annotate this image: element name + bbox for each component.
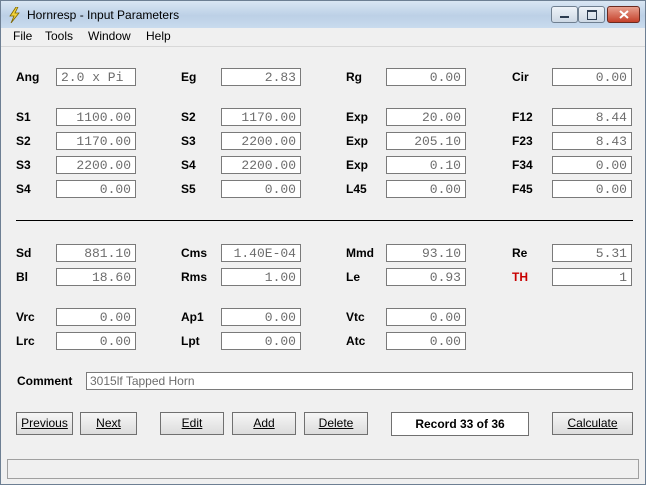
sd-field[interactable]: 881.10 [56, 244, 136, 262]
status-bar [7, 459, 639, 479]
maximize-icon [587, 10, 597, 20]
s3-label-seg2: S3 [181, 134, 196, 148]
f45-label: F45 [512, 182, 533, 196]
calculate-button[interactable]: Calculate [552, 412, 633, 435]
comment-field[interactable]: 3015lf Tapped Horn [86, 372, 633, 390]
re-field[interactable]: 5.31 [552, 244, 632, 262]
atc-field[interactable]: 0.00 [386, 332, 466, 350]
f23-label: F23 [512, 134, 533, 148]
s3-field-seg2[interactable]: 2200.00 [221, 132, 301, 150]
eg-label: Eg [181, 70, 197, 84]
title-bar[interactable]: Hornresp - Input Parameters [1, 1, 645, 29]
s2-field-seg1[interactable]: 1170.00 [221, 108, 301, 126]
sd-label: Sd [16, 246, 32, 260]
vrc-field[interactable]: 0.00 [56, 308, 136, 326]
f34-label: F34 [512, 158, 533, 172]
exp-label-seg1: Exp [346, 110, 369, 124]
f12-field[interactable]: 8.44 [552, 108, 632, 126]
lpt-field[interactable]: 0.00 [221, 332, 301, 350]
maximize-button[interactable] [578, 6, 605, 23]
f23-field[interactable]: 8.43 [552, 132, 632, 150]
close-icon [619, 10, 629, 19]
vrc-label: Vrc [16, 310, 35, 324]
hornresp-window: Hornresp - Input Parameters File Tools W… [0, 0, 646, 485]
exp-label-seg3: Exp [346, 158, 369, 172]
exp-field-seg1[interactable]: 20.00 [386, 108, 466, 126]
s2-field-seg2[interactable]: 1170.00 [56, 132, 136, 150]
mmd-field[interactable]: 93.10 [386, 244, 466, 262]
rms-field[interactable]: 1.00 [221, 268, 301, 286]
th-label: TH [512, 270, 528, 284]
s3-field-seg3[interactable]: 2200.00 [56, 156, 136, 174]
next-button[interactable]: Next [80, 412, 137, 435]
menu-tools[interactable]: Tools [45, 29, 73, 43]
exp-label-seg2: Exp [346, 134, 369, 148]
cir-field[interactable]: 0.00 [552, 68, 632, 86]
le-field[interactable]: 0.93 [386, 268, 466, 286]
ap1-field[interactable]: 0.00 [221, 308, 301, 326]
s4-field-seg3[interactable]: 2200.00 [221, 156, 301, 174]
lpt-label: Lpt [181, 334, 200, 348]
exp-field-seg2[interactable]: 205.10 [386, 132, 466, 150]
record-indicator: Record 33 of 36 [391, 412, 529, 436]
s4-label-seg3: S4 [181, 158, 196, 172]
window-title: Hornresp - Input Parameters [27, 8, 180, 22]
cms-field[interactable]: 1.40E-04 [221, 244, 301, 262]
th-field[interactable]: 1 [552, 268, 632, 286]
s1-label: S1 [16, 110, 31, 124]
bl-field[interactable]: 18.60 [56, 268, 136, 286]
menu-help[interactable]: Help [146, 29, 171, 43]
s5-label: S5 [181, 182, 196, 196]
menu-bar: File Tools Window Help [1, 28, 645, 47]
add-button[interactable]: Add [232, 412, 296, 435]
s2-label-seg1: S2 [181, 110, 196, 124]
lrc-field[interactable]: 0.00 [56, 332, 136, 350]
comment-label: Comment [17, 374, 73, 388]
cms-label: Cms [181, 246, 208, 260]
delete-button[interactable]: Delete [304, 412, 368, 435]
cir-label: Cir [512, 70, 529, 84]
rg-label: Rg [346, 70, 362, 84]
vtc-label: Vtc [346, 310, 365, 324]
bl-label: Bl [16, 270, 28, 284]
le-label: Le [346, 270, 361, 284]
mmd-label: Mmd [346, 246, 374, 260]
s1-field[interactable]: 1100.00 [56, 108, 136, 126]
atc-label: Atc [346, 334, 366, 348]
l45-label: L45 [346, 182, 367, 196]
rms-label: Rms [181, 270, 208, 284]
f12-label: F12 [512, 110, 533, 124]
edit-button[interactable]: Edit [160, 412, 224, 435]
vtc-field[interactable]: 0.00 [386, 308, 466, 326]
l45-field[interactable]: 0.00 [386, 180, 466, 198]
f34-field[interactable]: 0.00 [552, 156, 632, 174]
ap1-label: Ap1 [181, 310, 204, 324]
f45-field[interactable]: 0.00 [552, 180, 632, 198]
ang-field[interactable]: 2.0 x Pi [56, 68, 136, 86]
close-button[interactable] [607, 6, 640, 23]
minimize-button[interactable] [551, 6, 578, 23]
s4-field-seg4[interactable]: 0.00 [56, 180, 136, 198]
s5-field[interactable]: 0.00 [221, 180, 301, 198]
rg-field[interactable]: 0.00 [386, 68, 466, 86]
menu-window[interactable]: Window [88, 29, 131, 43]
ang-label: Ang [16, 70, 40, 84]
section-divider [16, 220, 633, 221]
previous-button[interactable]: Previous [16, 412, 73, 435]
s3-label-seg3: S3 [16, 158, 31, 172]
re-label: Re [512, 246, 528, 260]
lrc-label: Lrc [16, 334, 35, 348]
exp-field-seg3[interactable]: 0.10 [386, 156, 466, 174]
s4-label-seg4: S4 [16, 182, 31, 196]
lightning-app-icon [9, 7, 20, 23]
menu-file[interactable]: File [13, 29, 32, 43]
s2-label-seg2: S2 [16, 134, 31, 148]
eg-field[interactable]: 2.83 [221, 68, 301, 86]
minimize-icon [560, 16, 569, 18]
